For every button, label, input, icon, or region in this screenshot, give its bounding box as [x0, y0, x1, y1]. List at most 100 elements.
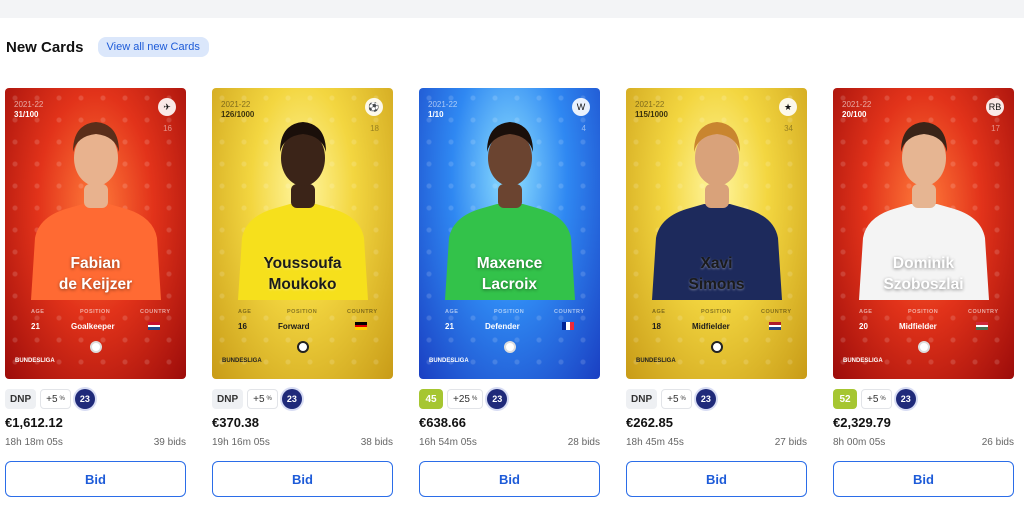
card-listing: 2021-22 115/1000 ★ 34 Xavi Simons AGE PO… [626, 88, 807, 497]
player-card[interactable]: 2021-22 31/100 ✈ 16 Fabian de Keijzer AG… [5, 88, 186, 379]
bid-button[interactable]: Bid [626, 461, 807, 497]
bid-button[interactable]: Bid [419, 461, 600, 497]
bid-button[interactable]: Bid [212, 461, 393, 497]
player-name: Xavi Simons [626, 253, 807, 295]
bonus-badge: +25% [447, 389, 484, 409]
position-label: POSITION [80, 309, 111, 315]
card-meta: 45 +25% 23 [419, 389, 508, 409]
age-value: 16 [238, 322, 247, 331]
card-listing: 2021-22 1/10 W 4 Maxence Lacroix AGE POS… [419, 88, 600, 497]
position-value: Forward [278, 322, 310, 331]
top-bar [0, 0, 1024, 18]
player-last-name: Lacroix [481, 276, 538, 293]
bid-count: 27 bids [774, 437, 807, 448]
age-label: AGE [859, 309, 873, 315]
card-price: €2,329.79 [833, 415, 891, 430]
position-label: POSITION [701, 309, 732, 315]
level-badge: 23 [74, 389, 95, 409]
player-name: Maxence Lacroix [419, 253, 600, 295]
age-label: AGE [238, 309, 252, 315]
time-remaining: 18h 18m 05s [5, 437, 63, 448]
score-badge: DNP [212, 389, 244, 409]
time-remaining: 16h 54m 05s [419, 437, 477, 448]
league-logo: BUNDESLIGA [636, 358, 676, 364]
card-listing: 2021-22 126/1000 ⚽ 18 Youssoufa Moukoko … [212, 88, 393, 497]
card-listing: 2021-22 20/100 RB 17 Dominik Szoboszlai … [833, 88, 1014, 497]
player-stats: AGE POSITION COUNTRY 21 Defender [419, 309, 600, 339]
position-value: Midfielder [692, 322, 730, 331]
level-badge: 23 [281, 389, 302, 409]
position-value: Midfielder [899, 322, 937, 331]
ball-icon [503, 341, 516, 353]
position-value: Goalkeeper [71, 322, 115, 331]
view-all-new-cards-button[interactable]: View all new Cards [97, 37, 209, 57]
country-label: COUNTRY [347, 309, 378, 315]
player-stats: AGE POSITION COUNTRY 20 Midfielder [833, 309, 1014, 339]
player-first-name: Xavi [700, 255, 733, 272]
ball-icon [917, 341, 930, 353]
card-meta: DNP +5% 23 [626, 389, 716, 409]
ball-icon [710, 341, 723, 353]
section-title: New Cards [6, 38, 84, 56]
position-label: POSITION [494, 309, 525, 315]
player-last-name: Szoboszlai [883, 276, 964, 293]
position-value: Defender [485, 322, 520, 331]
score-badge: DNP [626, 389, 658, 409]
league-logo: BUNDESLIGA [429, 358, 469, 364]
card-listing: 2021-22 31/100 ✈ 16 Fabian de Keijzer AG… [5, 88, 186, 497]
card-price: €262.85 [626, 415, 673, 430]
age-label: AGE [31, 309, 45, 315]
score-badge: 52 [833, 389, 857, 409]
level-badge: 23 [487, 389, 508, 409]
country-flag-icon [976, 322, 988, 331]
player-name: Dominik Szoboszlai [833, 253, 1014, 295]
level-badge: 23 [695, 389, 716, 409]
player-card[interactable]: 2021-22 20/100 RB 17 Dominik Szoboszlai … [833, 88, 1014, 379]
player-last-name: Moukoko [268, 276, 337, 293]
bid-button[interactable]: Bid [833, 461, 1014, 497]
card-price: €370.38 [212, 415, 259, 430]
age-value: 21 [445, 322, 454, 331]
player-first-name: Fabian [70, 255, 121, 272]
bid-count: 38 bids [360, 437, 393, 448]
bonus-badge: +5% [247, 389, 278, 409]
country-label: COUNTRY [968, 309, 999, 315]
card-meta: DNP +5% 23 [5, 389, 95, 409]
score-badge: DNP [5, 389, 37, 409]
player-first-name: Youssoufa [263, 255, 342, 272]
player-card[interactable]: 2021-22 1/10 W 4 Maxence Lacroix AGE POS… [419, 88, 600, 379]
country-flag-icon [769, 322, 781, 331]
position-label: POSITION [908, 309, 939, 315]
card-price: €638.66 [419, 415, 466, 430]
position-label: POSITION [287, 309, 318, 315]
player-stats: AGE POSITION COUNTRY 21 Goalkeeper [5, 309, 186, 339]
cards-list: 2021-22 31/100 ✈ 16 Fabian de Keijzer AG… [5, 88, 1019, 508]
player-name: Youssoufa Moukoko [212, 253, 393, 295]
league-logo: BUNDESLIGA [843, 358, 883, 364]
player-last-name: de Keijzer [58, 276, 133, 293]
age-value: 20 [859, 322, 868, 331]
country-flag-icon [355, 322, 367, 331]
bonus-badge: +5% [40, 389, 71, 409]
time-remaining: 19h 16m 05s [212, 437, 270, 448]
age-label: AGE [652, 309, 666, 315]
score-badge: 45 [419, 389, 443, 409]
bid-count: 39 bids [153, 437, 186, 448]
time-remaining: 18h 45m 45s [626, 437, 684, 448]
bid-button[interactable]: Bid [5, 461, 186, 497]
section-header: New Cards View all new Cards [6, 37, 209, 57]
age-label: AGE [445, 309, 459, 315]
player-card[interactable]: 2021-22 115/1000 ★ 34 Xavi Simons AGE PO… [626, 88, 807, 379]
player-first-name: Dominik [892, 255, 955, 272]
player-last-name: Simons [688, 276, 745, 293]
age-value: 18 [652, 322, 661, 331]
card-price: €1,612.12 [5, 415, 63, 430]
player-card[interactable]: 2021-22 126/1000 ⚽ 18 Youssoufa Moukoko … [212, 88, 393, 379]
player-stats: AGE POSITION COUNTRY 16 Forward [212, 309, 393, 339]
country-flag-icon [148, 322, 160, 331]
player-stats: AGE POSITION COUNTRY 18 Midfielder [626, 309, 807, 339]
time-remaining: 8h 00m 05s [833, 437, 886, 448]
country-label: COUNTRY [140, 309, 171, 315]
card-meta: DNP +5% 23 [212, 389, 302, 409]
league-logo: BUNDESLIGA [15, 358, 55, 364]
